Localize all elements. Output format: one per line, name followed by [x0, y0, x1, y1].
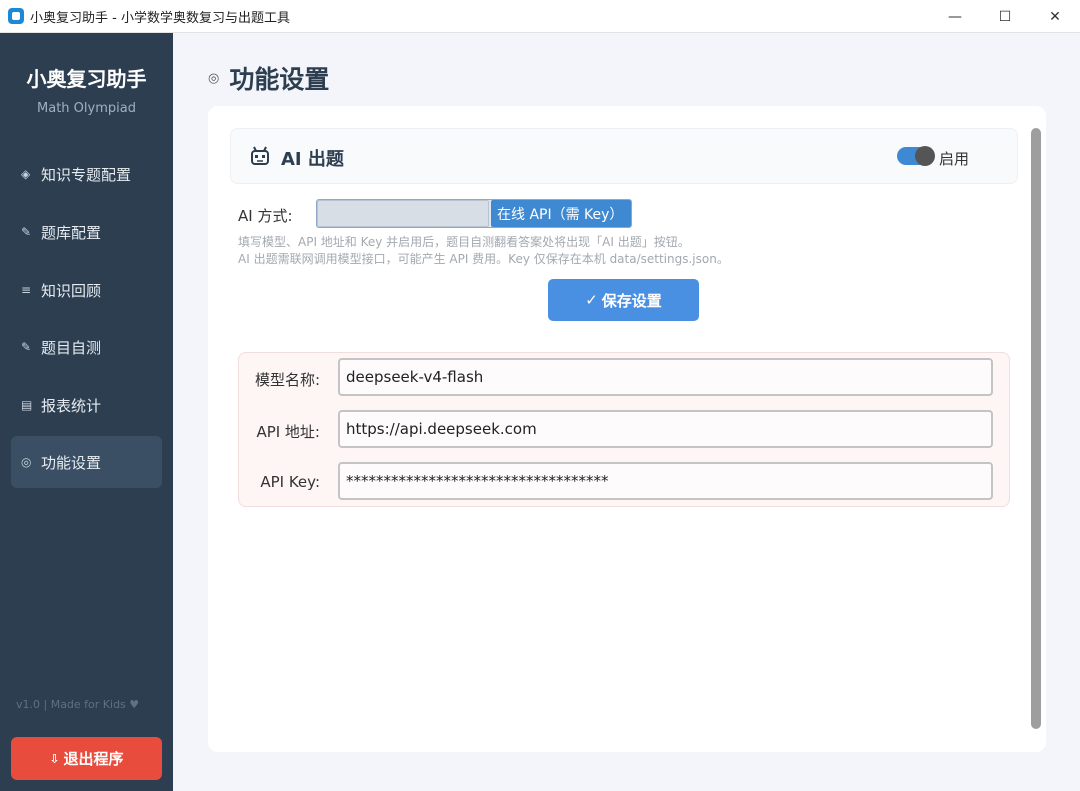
sidebar-item-reports[interactable]: ▤ 报表统计 [11, 379, 162, 431]
sidebar-item-label: 题目自测 [41, 338, 102, 357]
settings-icon: ◎ [208, 70, 220, 86]
sidebar-item-self-test[interactable]: ✎ 题目自测 [11, 321, 162, 373]
mode-option-local[interactable] [317, 200, 489, 227]
api-key-label: API Key: [260, 473, 320, 491]
sidebar-item-label: 知识专题配置 [41, 165, 132, 184]
sidebar-item-label: 报表统计 [41, 396, 102, 415]
diamond-icon: ◈ [21, 167, 31, 181]
sidebar-item-label: 题库配置 [41, 223, 102, 242]
pencil-icon: ✎ [21, 340, 32, 354]
sidebar-item-label: 功能设置 [41, 453, 102, 472]
sidebar-item-review[interactable]: ≡ 知识回顾 [11, 264, 162, 316]
brand-subtitle: Math Olympiad [37, 101, 136, 116]
close-button[interactable]: ✕ [1030, 0, 1080, 33]
model-name-label: 模型名称: [254, 371, 320, 389]
report-icon: ▤ [21, 398, 33, 412]
sidebar-item-label: 知识回顾 [41, 281, 102, 300]
exit-button-label: 退出程序 [63, 750, 124, 768]
title-bar: 小奥复习助手 - 小学数学奥数复习与出题工具 — ☐ ✕ [0, 0, 1080, 33]
window-controls: — ☐ ✕ [930, 0, 1080, 33]
sidebar-item-settings[interactable]: ◎ 功能设置 [11, 436, 162, 488]
ai-section-title: AI 出题 [281, 149, 344, 170]
list-icon: ≡ [21, 283, 32, 297]
exit-button[interactable]: ⇩ 退出程序 [11, 737, 162, 780]
maximize-button[interactable]: ☐ [980, 0, 1030, 33]
ai-enable-toggle[interactable] [897, 146, 935, 166]
version-note: v1.0 | Made for Kids ♥ [16, 698, 140, 711]
mode-option-online-api[interactable]: 在线 API（需 Key） [491, 200, 631, 227]
toggle-label: 启用 [939, 150, 970, 168]
api-url-input[interactable]: https://api.deepseek.com [338, 410, 993, 448]
sidebar-item-topics[interactable]: ◈ 知识专题配置 [11, 148, 162, 200]
scrollbar[interactable] [1031, 128, 1041, 729]
save-button-label: 保存设置 [601, 291, 662, 310]
hint-text: 填写模型、API 地址和 Key 并启用后，题目自测翻看答案处将出现「AI 出题… [238, 235, 690, 249]
toggle-knob [915, 146, 935, 166]
window-title: 小奥复习助手 - 小学数学奥数复习与出题工具 [30, 10, 290, 26]
page-title: 功能设置 [229, 65, 330, 94]
check-icon: ✓ [585, 291, 598, 309]
api-key-input[interactable]: *********************************** [338, 462, 993, 500]
brand-title: 小奥复习助手 [26, 67, 147, 91]
sidebar: 小奥复习助手 Math Olympiad ◈ 知识专题配置 ✎ 题库配置 ≡ 知… [0, 33, 173, 791]
hint-text: AI 出题需联网调用模型接口，可能产生 API 费用。Key 仅保存在本机 da… [238, 252, 729, 266]
pencil-icon: ✎ [21, 225, 32, 239]
minimize-button[interactable]: — [930, 0, 980, 33]
settings-icon: ◎ [21, 455, 32, 469]
robot-icon [251, 146, 269, 165]
app-icon [8, 8, 24, 24]
api-url-label: API 地址: [256, 423, 320, 441]
ai-mode-selector: 在线 API（需 Key） [316, 199, 632, 228]
ai-mode-label: AI 方式: [238, 207, 293, 225]
model-name-input[interactable]: deepseek-v4-flash [338, 358, 993, 396]
exit-icon: ⇩ [49, 751, 60, 766]
sidebar-item-question-bank[interactable]: ✎ 题库配置 [11, 206, 162, 258]
page-header: ◎ 功能设置 [208, 60, 329, 96]
save-settings-button[interactable]: ✓ 保存设置 [548, 279, 699, 321]
ai-section-header: AI 出题 启用 [230, 128, 1018, 184]
